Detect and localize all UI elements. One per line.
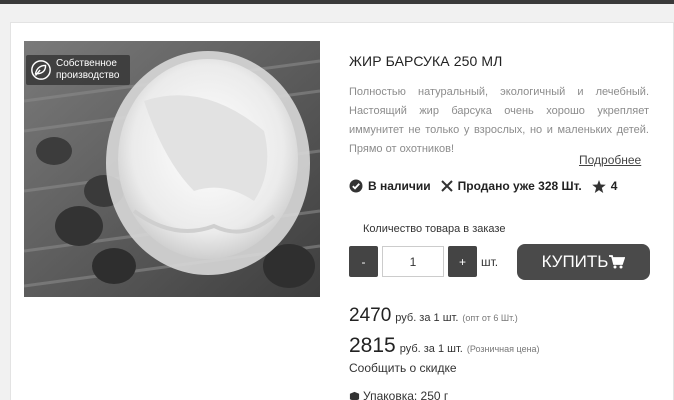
star-icon [591, 179, 606, 193]
rating-status: 4 [591, 179, 618, 193]
product-description: Полностью натуральный, экологичный и леч… [349, 86, 649, 155]
quantity-decrease-button[interactable]: - [349, 246, 378, 277]
own-production-badge: Собственное производство [26, 55, 130, 85]
rating-value: 4 [610, 179, 618, 193]
product-card: Собственное производство ЖИР БАРСУКА 250… [10, 22, 674, 400]
in-stock-status: В наличии [349, 179, 431, 193]
retail-price-row: 2815 руб. за 1 шт. (Розничная цена) [349, 334, 540, 358]
wholesale-price-row: 2470 руб. за 1 шт. (опт от 6 Шт.) [349, 305, 518, 327]
retail-price-note: (Розничная цена) [466, 344, 540, 354]
buy-button[interactable]: КУПИТЬ [517, 244, 650, 280]
retail-price: 2815 [349, 334, 396, 357]
sold-count-label: Продано уже 328 Шт. [457, 179, 582, 193]
status-row: В наличии Продано уже 328 Шт. 4 [349, 179, 627, 193]
wholesale-price-unit: руб. за 1 шт. [395, 312, 459, 324]
cart-icon [609, 255, 626, 269]
more-details-link[interactable]: Подробнее [579, 153, 641, 167]
check-circle-icon [349, 179, 363, 193]
leaf-icon [31, 60, 51, 80]
quantity-label: Количество товара в заказе [363, 223, 506, 235]
in-stock-label: В наличии [368, 179, 431, 193]
quantity-input[interactable] [382, 246, 444, 277]
retail-price-unit: руб. за 1 шт. [399, 343, 463, 355]
product-photo[interactable]: Собственное производство [24, 41, 320, 297]
badge-text: Собственное производство [56, 58, 120, 81]
crossed-tools-icon [440, 180, 453, 192]
packaging-label: Упаковка: 250 г [363, 389, 449, 400]
wholesale-price-note: (опт от 6 Шт.) [462, 313, 518, 323]
box-icon [349, 391, 360, 400]
quantity-unit: шт. [481, 255, 499, 269]
buy-button-label: КУПИТЬ [541, 252, 609, 271]
report-discount-link[interactable]: Сообщить о скидке [349, 361, 457, 375]
packaging-row: Упаковка: 250 г [349, 389, 448, 400]
wholesale-price: 2470 [349, 305, 392, 326]
quantity-increase-button[interactable]: + [448, 246, 477, 277]
product-title: ЖИР БАРСУКА 250 МЛ [349, 53, 503, 69]
top-bar [0, 0, 674, 4]
sold-count-status: Продано уже 328 Шт. [440, 179, 582, 193]
